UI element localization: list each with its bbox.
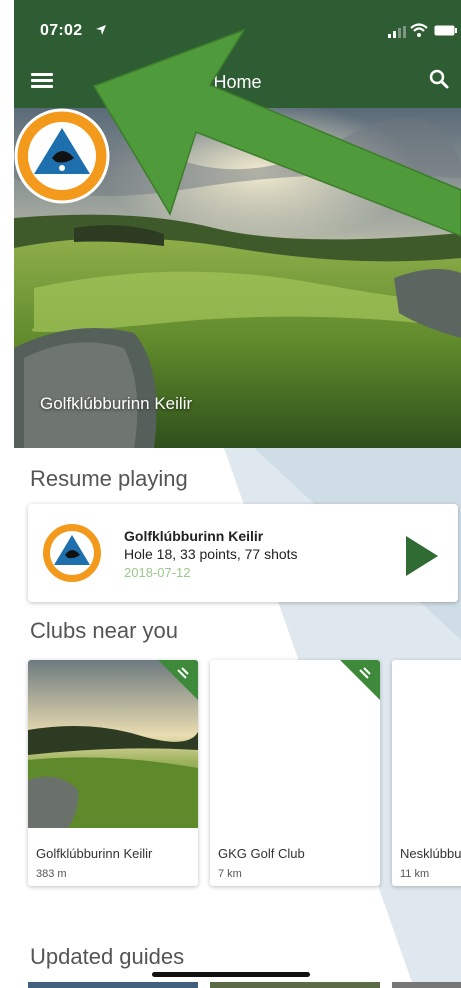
club-card[interactable]: GKG Golf Club 7 km [210, 660, 380, 886]
search-icon [429, 69, 449, 89]
hero-club-name: Golfklúbburinn Keilir [40, 394, 193, 413]
hero-banner[interactable]: Golfklúbburinn Keilir [14, 108, 461, 448]
club-distance: 11 km [400, 868, 430, 880]
club-logo-icon [41, 522, 103, 584]
club-name: Nesklúbburinn [400, 846, 461, 861]
resume-section-title: Resume playing [30, 466, 188, 491]
signal-icon [388, 26, 406, 38]
club-name: GKG Golf Club [218, 846, 305, 861]
club-distance: 7 km [218, 868, 242, 880]
guides-section-title: Updated guides [30, 944, 185, 969]
wifi-icon [410, 23, 428, 37]
club-name: Golfklúbburinn Keilir [36, 846, 153, 861]
location-arrow-icon [96, 25, 106, 35]
guide-card[interactable] [210, 982, 380, 988]
resume-club-name: Golfklúbburinn Keilir [124, 528, 264, 544]
app-screen: 07:02 Home Golfklúbburinn Keilir Resume … [14, 0, 461, 988]
resume-card[interactable]: Golfklúbburinn Keilir Hole 18, 33 points… [28, 504, 458, 602]
guide-card[interactable] [392, 982, 461, 988]
home-indicator [152, 972, 310, 977]
resume-stats: Hole 18, 33 points, 77 shots [124, 546, 298, 562]
club-distance: 383 m [36, 868, 67, 880]
ribbon-icon [158, 660, 198, 700]
battery-icon [434, 25, 457, 36]
club-card[interactable]: Nesklúbburinn 11 km [392, 660, 461, 886]
top-app-bar: 07:02 Home [14, 0, 461, 108]
ribbon-icon [340, 660, 380, 700]
guide-card[interactable] [28, 982, 198, 988]
club-logo-icon [14, 108, 110, 204]
status-time: 07:02 [40, 22, 83, 39]
clubs-section-title: Clubs near you [30, 618, 178, 643]
club-card[interactable]: Golfklúbburinn Keilir 383 m [28, 660, 198, 886]
page-title: Home [213, 72, 262, 92]
play-icon[interactable] [404, 534, 440, 578]
search-button[interactable] [426, 66, 454, 94]
resume-date: 2018-07-12 [124, 565, 191, 580]
